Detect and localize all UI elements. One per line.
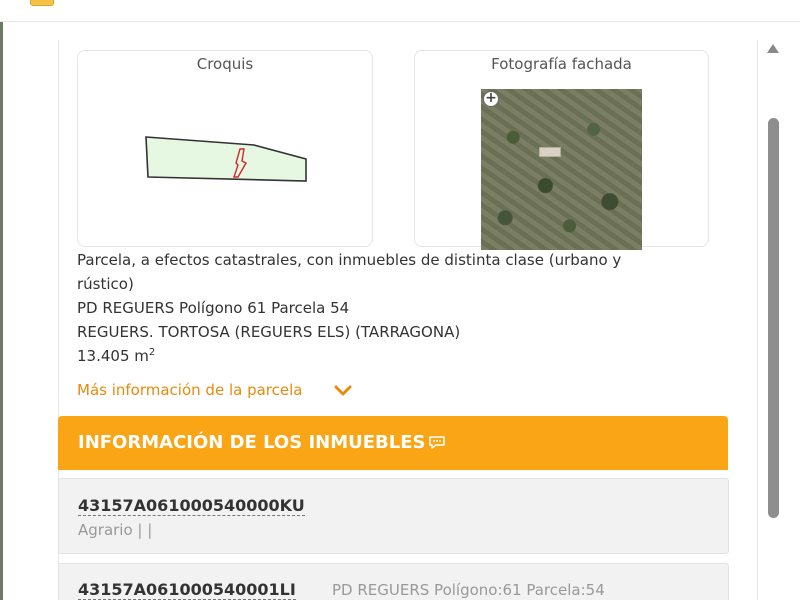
inmueble-code[interactable]: 43157A061000540000KU bbox=[78, 497, 305, 516]
inmueble-use: Agrario | | bbox=[78, 521, 153, 539]
facade-photo[interactable]: + bbox=[481, 89, 642, 250]
folder-icon[interactable] bbox=[30, 0, 54, 6]
inmuebles-header: INFORMACIÓN DE LOS INMUEBLES bbox=[58, 416, 728, 470]
scrollbar-thumb[interactable] bbox=[768, 118, 779, 518]
parcel-address: PD REGUERS Polígono 61 Parcela 54 bbox=[77, 299, 350, 317]
parcel-area-unit: 2 bbox=[148, 347, 156, 358]
parcel-description-line1: Parcela, a efectos catastrales, con inmu… bbox=[77, 251, 622, 269]
inmueble-code[interactable]: 43157A061000540001LI bbox=[78, 581, 296, 600]
scroll-up-icon[interactable] bbox=[767, 44, 779, 53]
more-info-link[interactable]: Más información de la parcela bbox=[77, 381, 302, 399]
parcel-area: 13.405 m2 bbox=[77, 347, 155, 365]
photo-title: Fotografía fachada bbox=[491, 55, 632, 73]
chevron-down-icon[interactable] bbox=[334, 384, 352, 398]
top-bar bbox=[0, 0, 800, 22]
map-edge bbox=[0, 22, 3, 600]
parcel-area-value: 13.405 m bbox=[77, 347, 149, 365]
plus-circle-icon[interactable]: + bbox=[483, 91, 499, 107]
inmueble-item[interactable]: 43157A061000540000KU Agrario | | bbox=[58, 478, 729, 554]
house-roof bbox=[539, 147, 561, 157]
speech-bubble-icon bbox=[429, 436, 445, 449]
photo-card: Fotografía fachada + bbox=[414, 50, 709, 250]
parcel-sketch-icon bbox=[145, 136, 307, 182]
croquis-card: Croquis bbox=[77, 50, 373, 247]
parcel-description-line2: rústico) bbox=[77, 275, 134, 293]
inmueble-address: PD REGUERS Polígono:61 Parcela:54 bbox=[332, 581, 605, 599]
croquis-title: Croquis bbox=[196, 55, 254, 73]
parcel-location: REGUERS. TORTOSA (REGUERS ELS) (TARRAGON… bbox=[77, 323, 461, 341]
inmueble-item[interactable]: 43157A061000540001LI PD REGUERS Polígono… bbox=[58, 563, 729, 600]
inmuebles-header-title: INFORMACIÓN DE LOS INMUEBLES bbox=[78, 432, 426, 453]
